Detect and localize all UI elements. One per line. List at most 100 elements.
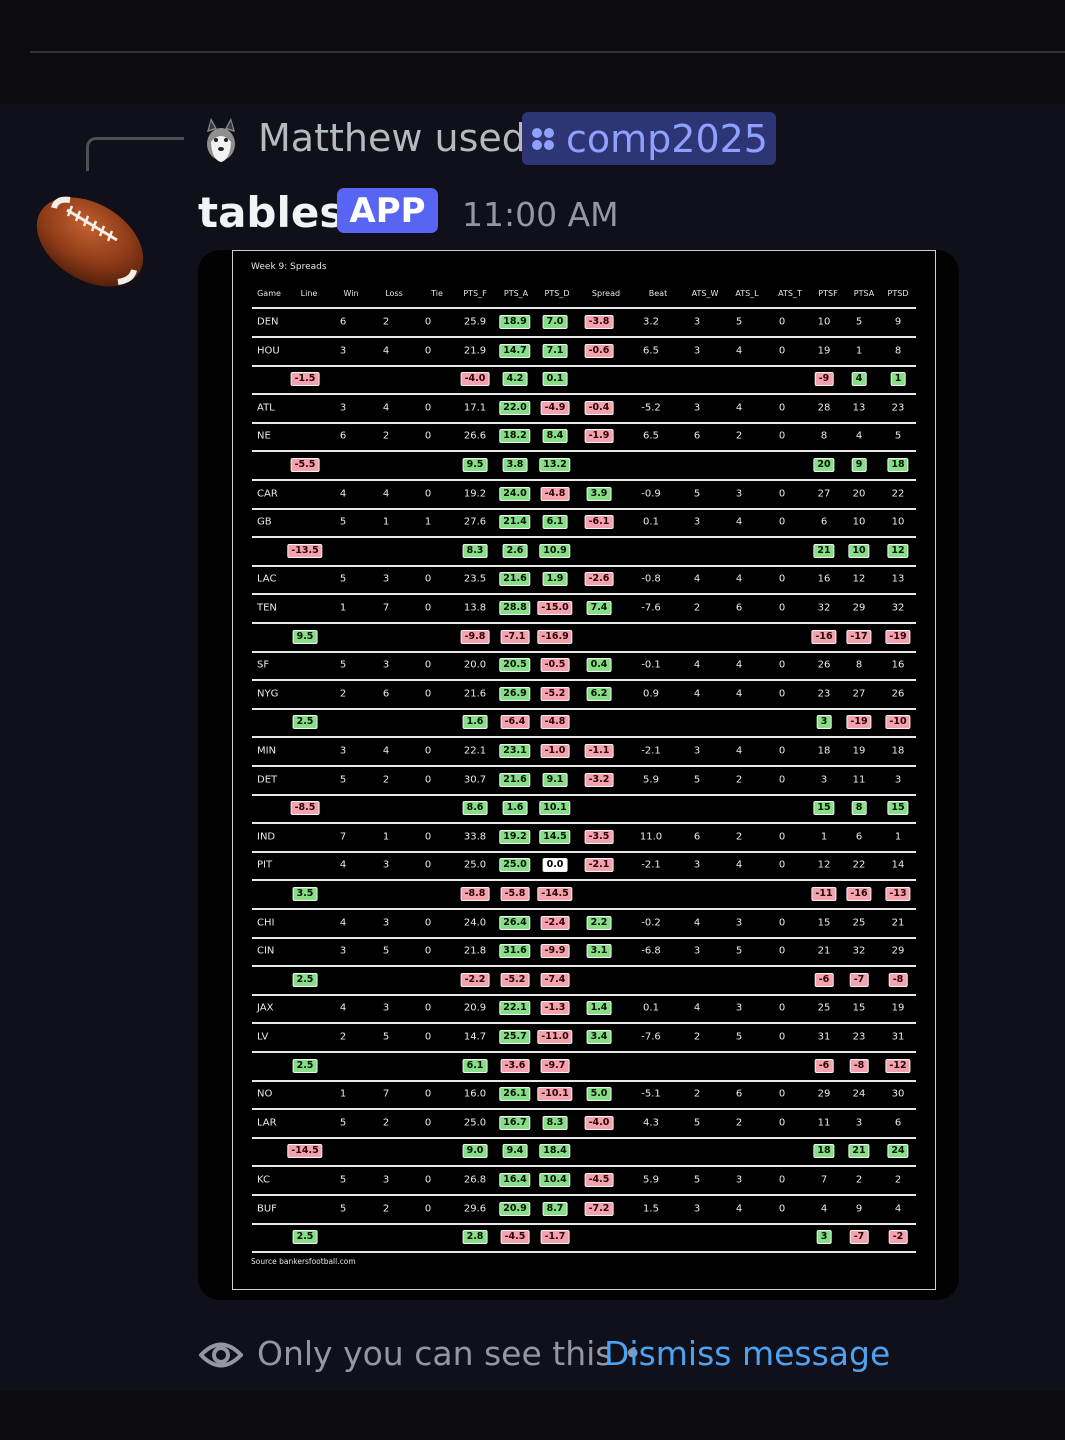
stat-cell: 3 — [382, 1174, 390, 1186]
ptsa-diff-badge: -7 — [849, 1230, 869, 1245]
pts-f-diff-badge: 8.6 — [462, 801, 488, 816]
team-name: KC — [257, 1174, 270, 1186]
stat-badge: 8.7 — [542, 1201, 568, 1216]
stat-cell: 0 — [778, 745, 786, 757]
stat-cell: 16 — [891, 659, 905, 671]
ptsd-diff-badge: -19 — [885, 629, 911, 644]
stat-badge: -3.8 — [584, 315, 614, 329]
stat-cell: 4 — [735, 859, 743, 871]
stat-cell: 1.5 — [643, 1203, 659, 1215]
stat-cell: 0 — [424, 917, 432, 929]
stat-cell: 9 — [894, 316, 902, 328]
stat-cell: 33.8 — [463, 831, 487, 843]
stat-cell: 5 — [735, 1031, 743, 1043]
stat-cell: 0 — [778, 1088, 786, 1100]
stat-cell: 7 — [339, 831, 347, 843]
stat-cell: -5.2 — [641, 402, 661, 414]
game-divider — [252, 1079, 916, 1082]
football-avatar-icon[interactable] — [34, 190, 146, 294]
stat-badge: 28.8 — [499, 601, 531, 615]
husky-avatar-icon[interactable] — [202, 116, 240, 164]
stat-cell: 0 — [424, 345, 432, 357]
stat-cell: 0 — [778, 1002, 786, 1014]
table-title: Week 9: Spreads — [251, 262, 327, 272]
dismiss-message-link[interactable]: Dismiss message — [604, 1334, 890, 1373]
pts-f-diff-badge: 1.6 — [462, 715, 488, 730]
team-name: DET — [257, 774, 278, 786]
stat-cell: 4 — [339, 1002, 347, 1014]
row-divider — [252, 507, 916, 510]
pts-d-diff-badge: -1.7 — [540, 1230, 570, 1245]
row-divider — [252, 1222, 916, 1225]
ptsd-diff-badge: -10 — [885, 715, 911, 730]
pts-a-diff-badge: -4.5 — [500, 1230, 530, 1245]
team-name: HOU — [257, 345, 280, 357]
stat-cell: 21.8 — [463, 945, 487, 957]
stat-cell: 0.1 — [643, 1002, 659, 1014]
stat-cell: 4 — [693, 1002, 701, 1014]
stat-badge: -3.5 — [584, 829, 614, 844]
ptsf-diff-badge: -16 — [811, 629, 837, 644]
stat-badge: -2.1 — [584, 858, 614, 873]
stat-cell: 8 — [820, 430, 828, 442]
stat-badge: -0.5 — [540, 658, 570, 673]
stat-cell: 19 — [817, 345, 831, 357]
stat-badge: 3.4 — [586, 1030, 612, 1044]
stat-cell: 0 — [424, 945, 432, 957]
stat-cell: 24.0 — [463, 917, 487, 929]
table-source: Source bankersfootball.com — [251, 1257, 356, 1266]
row-divider — [252, 536, 916, 539]
reply-connector — [86, 137, 184, 171]
pts-d-diff-badge: 0.1 — [542, 372, 568, 387]
stat-cell: 9 — [855, 1203, 863, 1215]
stat-cell: 5 — [693, 1117, 701, 1129]
pts-f-diff-badge: 2.8 — [462, 1230, 488, 1245]
stat-cell: 3 — [693, 516, 701, 528]
stat-cell: 5 — [339, 516, 347, 528]
pts-f-diff-badge: 8.3 — [462, 543, 488, 558]
team-name: LV — [257, 1031, 269, 1043]
stat-cell: 15 — [817, 917, 831, 929]
stat-badge: 23.1 — [499, 744, 531, 758]
stat-cell: 4 — [693, 659, 701, 671]
reply-user-text[interactable]: Matthew used — [258, 116, 526, 160]
stat-cell: 12 — [817, 859, 831, 871]
stat-cell: 0 — [778, 917, 786, 929]
stat-cell: 0 — [778, 488, 786, 500]
stat-cell: 19 — [891, 1002, 905, 1014]
stat-cell: 21 — [891, 917, 905, 929]
stat-cell: -7.6 — [641, 602, 661, 614]
stat-cell: 31 — [891, 1031, 905, 1043]
stat-cell: 20 — [852, 488, 866, 500]
stat-cell: 23 — [891, 402, 905, 414]
stat-cell: 0 — [424, 859, 432, 871]
stat-cell: 5 — [693, 774, 701, 786]
stat-cell: 11 — [852, 774, 866, 786]
ptsa-diff-badge: 10 — [848, 543, 870, 558]
stat-cell: 3 — [693, 316, 701, 328]
stat-cell: 3 — [382, 659, 390, 671]
stat-cell: 32 — [852, 945, 866, 957]
row-divider — [252, 593, 916, 596]
bot-username[interactable]: tables — [198, 188, 344, 237]
command-mention[interactable]: comp2025 — [522, 112, 776, 165]
stat-cell: 0 — [424, 745, 432, 757]
stat-cell: 3 — [382, 859, 390, 871]
pts-a-diff-badge: -3.6 — [500, 1058, 530, 1073]
pts-a-diff-badge: -5.8 — [500, 887, 530, 901]
stat-badge: 14.7 — [499, 343, 531, 358]
stat-cell: 3 — [693, 1203, 701, 1215]
stat-cell: 1 — [339, 602, 347, 614]
stat-badge: -1.0 — [540, 744, 570, 758]
pts-a-diff-badge: 3.8 — [502, 458, 528, 472]
pts-a-diff-badge: 4.2 — [502, 372, 528, 387]
message-timestamp[interactable]: 11:00 AM — [462, 195, 619, 234]
stat-badge: 3.9 — [586, 486, 612, 501]
stat-cell: 20.0 — [463, 659, 487, 671]
stat-cell: 22.1 — [463, 745, 487, 757]
stat-cell: 2 — [735, 774, 743, 786]
stat-cell: 3 — [820, 774, 828, 786]
stat-cell: 5 — [382, 1031, 390, 1043]
stat-cell: 23 — [852, 1031, 866, 1043]
stat-cell: -7.6 — [641, 1031, 661, 1043]
